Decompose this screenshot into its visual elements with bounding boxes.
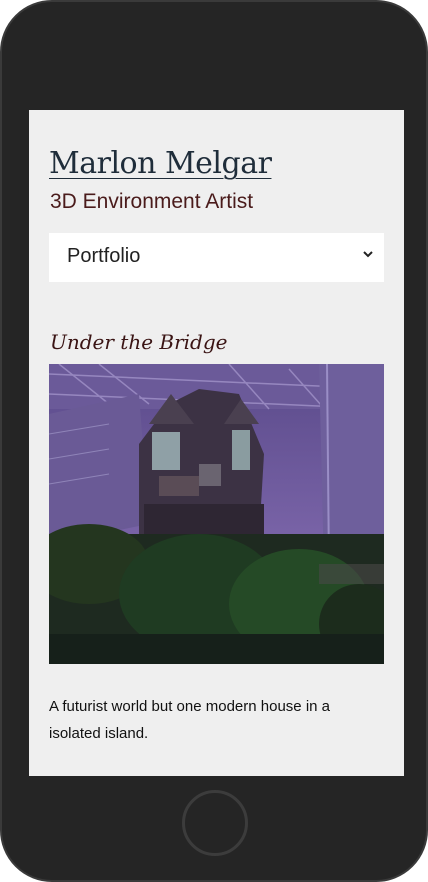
page-select-value: Portfolio [67, 245, 141, 267]
project-title: Under the Bridge [50, 330, 228, 354]
page-select-dropdown[interactable]: Portfolio [49, 233, 384, 282]
chevron-down-icon [363, 251, 373, 258]
phone-screen: Marlon Melgar 3D Environment Artist Port… [29, 110, 404, 776]
home-button[interactable] [182, 790, 248, 856]
site-title-link[interactable]: Marlon Melgar [49, 146, 272, 181]
phone-frame: Marlon Melgar 3D Environment Artist Port… [0, 0, 428, 882]
project-image[interactable] [49, 364, 384, 664]
project-description: A futurist world but one modern house in… [49, 698, 331, 742]
site-subtitle: 3D Environment Artist [50, 190, 254, 213]
